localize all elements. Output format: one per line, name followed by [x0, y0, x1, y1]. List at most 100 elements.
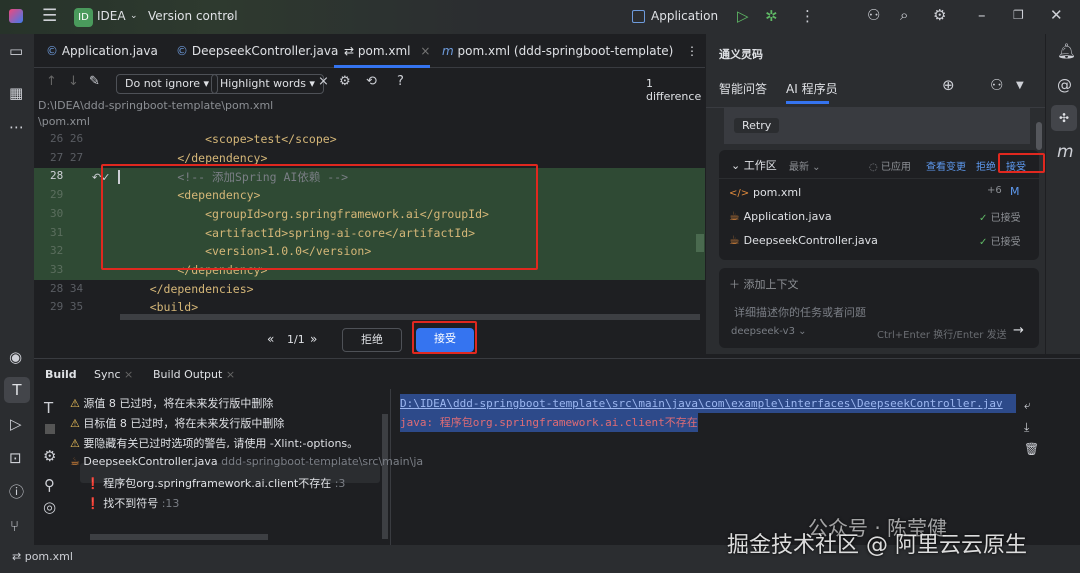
tab-ai-programmer[interactable]: AI 程序员	[786, 80, 838, 97]
build-tree-item[interactable]: ❗ 程序包org.springframework.ai.client不存在 :3	[86, 475, 345, 491]
active-tab-indicator	[786, 101, 829, 104]
help-icon[interactable]: ?	[397, 75, 404, 88]
tongyi-icon[interactable]: ✣	[1051, 105, 1077, 131]
vcs-menu[interactable]: Version control	[148, 9, 238, 23]
tab-build-output[interactable]: Build Output ×	[153, 368, 235, 381]
stop-icon[interactable]	[45, 424, 55, 434]
project-folder-icon[interactable]: ▭	[9, 44, 23, 59]
chat-input[interactable]: 详细描述你的任务或者问题	[734, 304, 866, 320]
services-icon[interactable]: ◉	[9, 350, 22, 365]
ai-spiral-icon[interactable]: @	[1057, 78, 1072, 93]
add-user-icon[interactable]: ⚇	[867, 8, 880, 23]
filter-dropdown[interactable]: 最新 ⌄	[789, 158, 821, 173]
search-icon[interactable]: ⌕	[900, 8, 908, 23]
settings-icon[interactable]: ⚙	[43, 449, 56, 464]
warning-icon: ⚠	[70, 397, 80, 410]
horizontal-scrollbar[interactable]	[120, 314, 700, 320]
scroll-to-end-icon[interactable]: ⤓	[1024, 421, 1029, 433]
notifications-icon[interactable]: 🔔︎	[1057, 44, 1076, 59]
maven-tool-icon[interactable]: m	[1057, 144, 1074, 161]
structure-icon[interactable]: ▦	[9, 86, 23, 101]
file-item[interactable]: </> pom.xml +6 M	[729, 185, 1029, 199]
tree-h-scrollbar[interactable]	[90, 534, 268, 540]
run-config-selector[interactable]: Application	[651, 9, 718, 23]
retry-button[interactable]: Retry	[734, 118, 780, 133]
add-context-button[interactable]: ＋ 添加上下文	[729, 276, 799, 292]
tab-pom-maven[interactable]: m pom.xml (ddd-springboot-template)	[442, 44, 673, 58]
line-number: 26 26	[50, 132, 84, 145]
project-selector[interactable]: IDEA	[97, 9, 126, 23]
line-number: 31	[50, 225, 64, 239]
run-tool-icon[interactable]: ▷	[10, 417, 22, 432]
chat-input-area[interactable]: ＋ 添加上下文 详细描述你的任务或者问题 deepseek-v3 ⌄ Ctrl+…	[719, 268, 1039, 348]
file-icon: ☕	[70, 455, 80, 468]
tab-application-java[interactable]: © Application.java	[46, 44, 158, 58]
model-selector[interactable]: deepseek-v3 ⌄	[731, 326, 807, 337]
run-config-icon	[632, 10, 645, 23]
view-changes-link[interactable]: 查看变更	[926, 158, 966, 173]
git-icon[interactable]: ⑂	[10, 519, 19, 534]
output-error-line: java: 程序包org.springframework.ai.client不存…	[400, 413, 698, 432]
output-path-link[interactable]: D:\IDEA\ddd-springboot-template\src\main…	[400, 394, 1016, 413]
close-icon[interactable]: ✕	[1050, 8, 1063, 23]
workspace-reject-link[interactable]: 拒绝	[976, 158, 996, 173]
dropdown-icon[interactable]: ▼	[1016, 81, 1024, 91]
add-icon[interactable]: ⊕	[942, 78, 955, 93]
minimize-icon[interactable]: –	[978, 8, 986, 23]
tree-v-scrollbar[interactable]	[382, 414, 388, 539]
trash-icon[interactable]: 🗑︎	[1024, 443, 1039, 455]
soft-wrap-icon[interactable]: ⤶	[1024, 399, 1031, 411]
title-bar: ☰ ID IDEA ⌄ Version control ⌄ Application …	[0, 0, 1080, 34]
terminal-icon[interactable]: ⊡	[9, 451, 22, 466]
more-icon[interactable]: ⋮	[800, 9, 815, 24]
diff-marker	[696, 234, 704, 252]
restore-icon[interactable]: ❐	[1013, 9, 1024, 21]
gear-icon[interactable]: ⚙	[933, 8, 946, 23]
tab-deepseek-controller[interactable]: © DeepseekController.java	[176, 44, 338, 58]
next-change-icon[interactable]: »	[310, 332, 317, 346]
java-file-icon: ☕	[729, 209, 740, 223]
more-tools-icon[interactable]: ⋯	[9, 120, 24, 135]
file-item[interactable]: ☕ DeepseekController.java ✓ 已接受	[729, 233, 1029, 248]
status-file[interactable]: ⇄ pom.xml	[12, 550, 73, 563]
reject-button[interactable]: 拒绝	[342, 328, 402, 352]
problems-icon[interactable]: ⓘ	[9, 485, 24, 500]
run-icon[interactable]: ▷	[737, 9, 749, 24]
settings-icon[interactable]: ⚙	[339, 75, 351, 88]
class-icon: ©	[46, 44, 58, 58]
collapse-icon[interactable]: ⨯	[318, 75, 329, 88]
highlight-box-accept	[412, 321, 477, 354]
file-item[interactable]: ☕ Application.java ✓ 已接受	[729, 209, 1029, 224]
workspace-toggle[interactable]: ⌄ 工作区	[731, 157, 777, 173]
modified-badge: M	[1010, 185, 1020, 198]
edit-icon[interactable]: ✎	[89, 75, 100, 88]
view-icon[interactable]: ◎	[43, 500, 56, 515]
close-tab-icon[interactable]: ×	[420, 44, 430, 58]
user-icon[interactable]: ⚇	[990, 78, 1003, 93]
highlight-dropdown[interactable]: Highlight words ▾	[211, 74, 324, 94]
pin-icon[interactable]: ⚲	[44, 478, 55, 493]
tabs-more-icon[interactable]: ⋮	[686, 44, 698, 58]
ignore-dropdown[interactable]: Do not ignore ▾	[116, 74, 219, 94]
line-number: 32	[50, 244, 64, 258]
tab-sync[interactable]: Sync ×	[94, 368, 133, 381]
tab-smart-qa[interactable]: 智能问答	[719, 80, 767, 97]
build-tree-item[interactable]: ⚠ 要隐藏有关已过时选项的警告, 请使用 -Xlint:-options。	[70, 435, 358, 451]
tab-build[interactable]: Build	[45, 368, 77, 381]
sync-scroll-icon[interactable]: ⟲	[366, 75, 377, 88]
build-hammer-icon[interactable]: T	[4, 377, 30, 403]
tab-pom-diff[interactable]: ⇄ pom.xml ×	[344, 44, 430, 58]
build-tree-item[interactable]: ❗ 找不到符号 :13	[86, 495, 179, 511]
prev-diff-icon[interactable]: ↑	[46, 75, 57, 88]
main-menu-icon[interactable]: ☰	[42, 8, 57, 25]
rebuild-icon[interactable]: T	[44, 401, 53, 416]
send-icon[interactable]: →	[1013, 323, 1024, 338]
next-diff-icon[interactable]: ↓	[68, 75, 79, 88]
build-tree-item[interactable]: ☕ DeepseekController.java ddd-springboot…	[70, 455, 423, 468]
prev-change-icon[interactable]: «	[267, 332, 274, 346]
build-tree-item[interactable]: ⚠ 源值 8 已过时，将在未来发行版中删除	[70, 395, 273, 411]
panel-scrollbar[interactable]	[1036, 122, 1042, 150]
line-number: 30	[50, 206, 64, 220]
debug-icon[interactable]: ✲	[765, 9, 778, 24]
build-tree-item[interactable]: ⚠ 目标值 8 已过时，将在未来发行版中删除	[70, 415, 284, 431]
